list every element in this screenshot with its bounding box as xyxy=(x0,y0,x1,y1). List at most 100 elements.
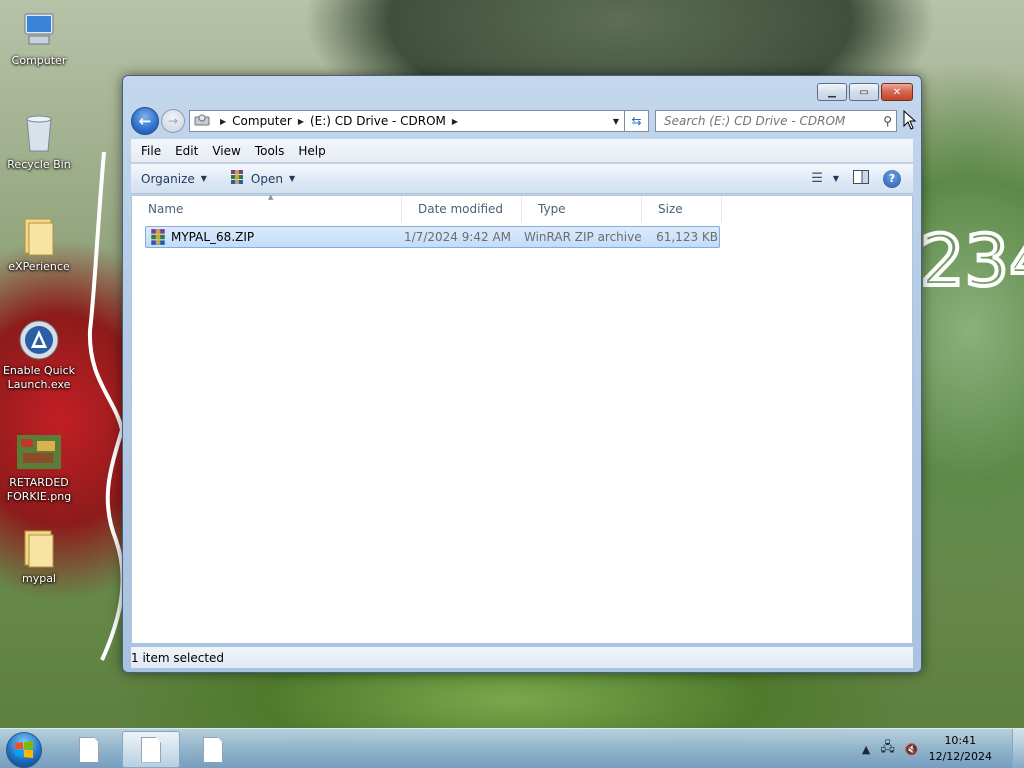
refresh-button[interactable]: ⇆ xyxy=(625,110,649,132)
document-icon xyxy=(141,736,161,763)
help-icon[interactable]: ? xyxy=(883,169,901,188)
menu-bar: File Edit View Tools Help xyxy=(131,139,913,163)
desktop-icon-label: Computer xyxy=(11,54,67,67)
clock-date: 12/12/2024 xyxy=(928,750,992,763)
desktop-icon-recycle-bin[interactable]: Recycle Bin xyxy=(2,112,76,172)
scribble-text: 234 xyxy=(920,220,1024,302)
organize-button[interactable]: Organize ▼ xyxy=(141,172,207,186)
forward-button[interactable]: → xyxy=(161,109,185,133)
address-dropdown-icon[interactable]: ▼ xyxy=(608,117,624,126)
refresh-icon: ⇆ xyxy=(631,114,642,128)
computer-icon xyxy=(17,8,61,52)
document-icon xyxy=(203,736,223,763)
preview-pane-button[interactable] xyxy=(853,170,869,187)
details-view-icon: ☰ xyxy=(811,171,823,186)
column-date-modified[interactable]: Date modified xyxy=(402,196,522,222)
file-size: 61,123 KB xyxy=(656,230,718,244)
file-type: WinRAR ZIP archive xyxy=(524,230,642,244)
close-button[interactable]: ✕ xyxy=(881,83,913,101)
column-size[interactable]: Size xyxy=(642,196,722,222)
sort-ascending-icon: ▲ xyxy=(268,193,274,201)
maximize-button[interactable]: ▭ xyxy=(849,83,879,101)
folder-icon xyxy=(17,214,61,258)
back-button[interactable]: ← xyxy=(131,107,159,135)
volume-muted-icon[interactable]: 🔇 xyxy=(905,743,919,756)
view-controls: ☰ ▼ ? xyxy=(811,169,901,188)
status-text: 1 item selected xyxy=(131,650,225,665)
search-input[interactable] xyxy=(664,114,874,128)
minimize-icon: ▁ xyxy=(828,86,836,98)
quick-launch-icon xyxy=(17,318,61,362)
address-bar[interactable]: ▶ Computer ▶ (E:) CD Drive - CDROM ▶ ▼ xyxy=(189,110,625,132)
windows-logo-icon xyxy=(15,741,33,758)
column-name[interactable]: Name xyxy=(132,196,402,222)
chevron-down-icon: ▼ xyxy=(288,174,296,183)
winrar-icon xyxy=(229,169,245,188)
taskbar-item-2[interactable] xyxy=(122,731,180,768)
desktop-icon-retarded-forkie[interactable]: RETARDED FORKIE.png xyxy=(2,430,76,504)
menu-help[interactable]: Help xyxy=(298,144,325,158)
menu-edit[interactable]: Edit xyxy=(175,144,198,158)
file-name: MYPAL_68.ZIP xyxy=(171,230,255,244)
desktop-icon-label: Recycle Bin xyxy=(7,158,71,171)
desktop-icon-label: Enable Quick Launch.exe xyxy=(2,364,76,391)
recycle-bin-icon xyxy=(17,112,61,156)
breadcrumb-separator-icon[interactable]: ▶ xyxy=(220,117,226,126)
clock-time: 10:41 xyxy=(944,734,977,747)
chevron-down-icon: ▼ xyxy=(832,174,839,183)
breadcrumb-computer[interactable]: Computer xyxy=(232,114,292,128)
desktop-icon-enable-quick-launch[interactable]: Enable Quick Launch.exe xyxy=(2,318,76,392)
show-desktop-button[interactable] xyxy=(1012,729,1024,768)
tray-expand-icon[interactable]: ▲ xyxy=(862,743,870,756)
menu-tools[interactable]: Tools xyxy=(255,144,285,158)
desktop-icon-label: RETARDED FORKIE.png xyxy=(6,476,72,503)
desktop-icon-computer[interactable]: Computer xyxy=(2,8,76,68)
file-name-cell: MYPAL_68.ZIP xyxy=(146,228,404,246)
menu-file[interactable]: File xyxy=(141,144,161,158)
desktop-icon-mypal[interactable]: mypal xyxy=(2,526,76,586)
column-headers: Name Date modified Type Size ▲ xyxy=(132,193,722,222)
menu-view[interactable]: View xyxy=(212,144,240,158)
breadcrumb-separator-icon[interactable]: ▶ xyxy=(452,117,458,126)
search-icon[interactable]: ⚲ xyxy=(883,114,892,128)
search-box[interactable]: ⚲ xyxy=(655,110,897,132)
taskbar: ▲ 🖧 🔇 10:41 12/12/2024 xyxy=(0,728,1024,768)
maximize-icon: ▭ xyxy=(859,86,869,98)
folder-icon xyxy=(17,526,61,570)
start-button[interactable] xyxy=(6,732,42,768)
desktop-icon-experience[interactable]: eXPerience xyxy=(2,214,76,274)
system-tray: ▲ 🖧 🔇 10:41 12/12/2024 xyxy=(862,729,1024,768)
open-button[interactable]: Open ▼ xyxy=(229,169,295,188)
view-options-button[interactable]: ☰ ▼ xyxy=(811,171,839,186)
breadcrumb-cd-drive[interactable]: (E:) CD Drive - CDROM xyxy=(310,114,446,128)
file-row[interactable]: MYPAL_68.ZIP 1/7/2024 9:42 AM WinRAR ZIP… xyxy=(145,226,720,248)
organize-label: Organize xyxy=(141,171,195,186)
minimize-button[interactable]: ▁ xyxy=(817,83,847,101)
file-list: Name Date modified Type Size ▲ MYPAL_68.… xyxy=(131,193,913,644)
chevron-down-icon: ▼ xyxy=(200,174,207,183)
command-bar: Organize ▼ Open ▼ ☰ ▼ ? xyxy=(131,164,913,194)
status-bar: 1 item selected xyxy=(131,646,913,668)
file-date: 1/7/2024 9:42 AM xyxy=(404,230,512,244)
close-icon: ✕ xyxy=(892,86,902,98)
preview-pane-icon xyxy=(853,170,869,184)
desktop-icon-label: eXPerience xyxy=(8,260,70,273)
taskbar-item-1[interactable] xyxy=(60,731,118,768)
document-icon xyxy=(79,736,99,763)
clock[interactable]: 10:41 12/12/2024 xyxy=(929,733,992,765)
drive-icon xyxy=(194,112,210,131)
explorer-window: ▁ ▭ ✕ ← → ▶ Computer ▶ (E:) CD Drive - C… xyxy=(122,75,922,673)
open-label: Open xyxy=(250,171,283,186)
breadcrumb-separator-icon[interactable]: ▶ xyxy=(298,117,304,126)
winrar-archive-icon xyxy=(149,228,167,246)
column-type[interactable]: Type xyxy=(522,196,642,222)
image-file-icon xyxy=(17,430,61,474)
forward-arrow-icon: → xyxy=(167,114,179,128)
network-icon[interactable]: 🖧 xyxy=(880,738,895,760)
taskbar-item-3[interactable] xyxy=(184,731,242,768)
desktop-icon-label: mypal xyxy=(21,572,56,585)
wallpaper-scribble-right: 234 xyxy=(920,218,1024,304)
back-arrow-icon: ← xyxy=(138,112,152,130)
mouse-cursor xyxy=(903,110,917,130)
address-row: ← → ▶ Computer ▶ (E:) CD Drive - CDROM ▶… xyxy=(131,107,913,135)
